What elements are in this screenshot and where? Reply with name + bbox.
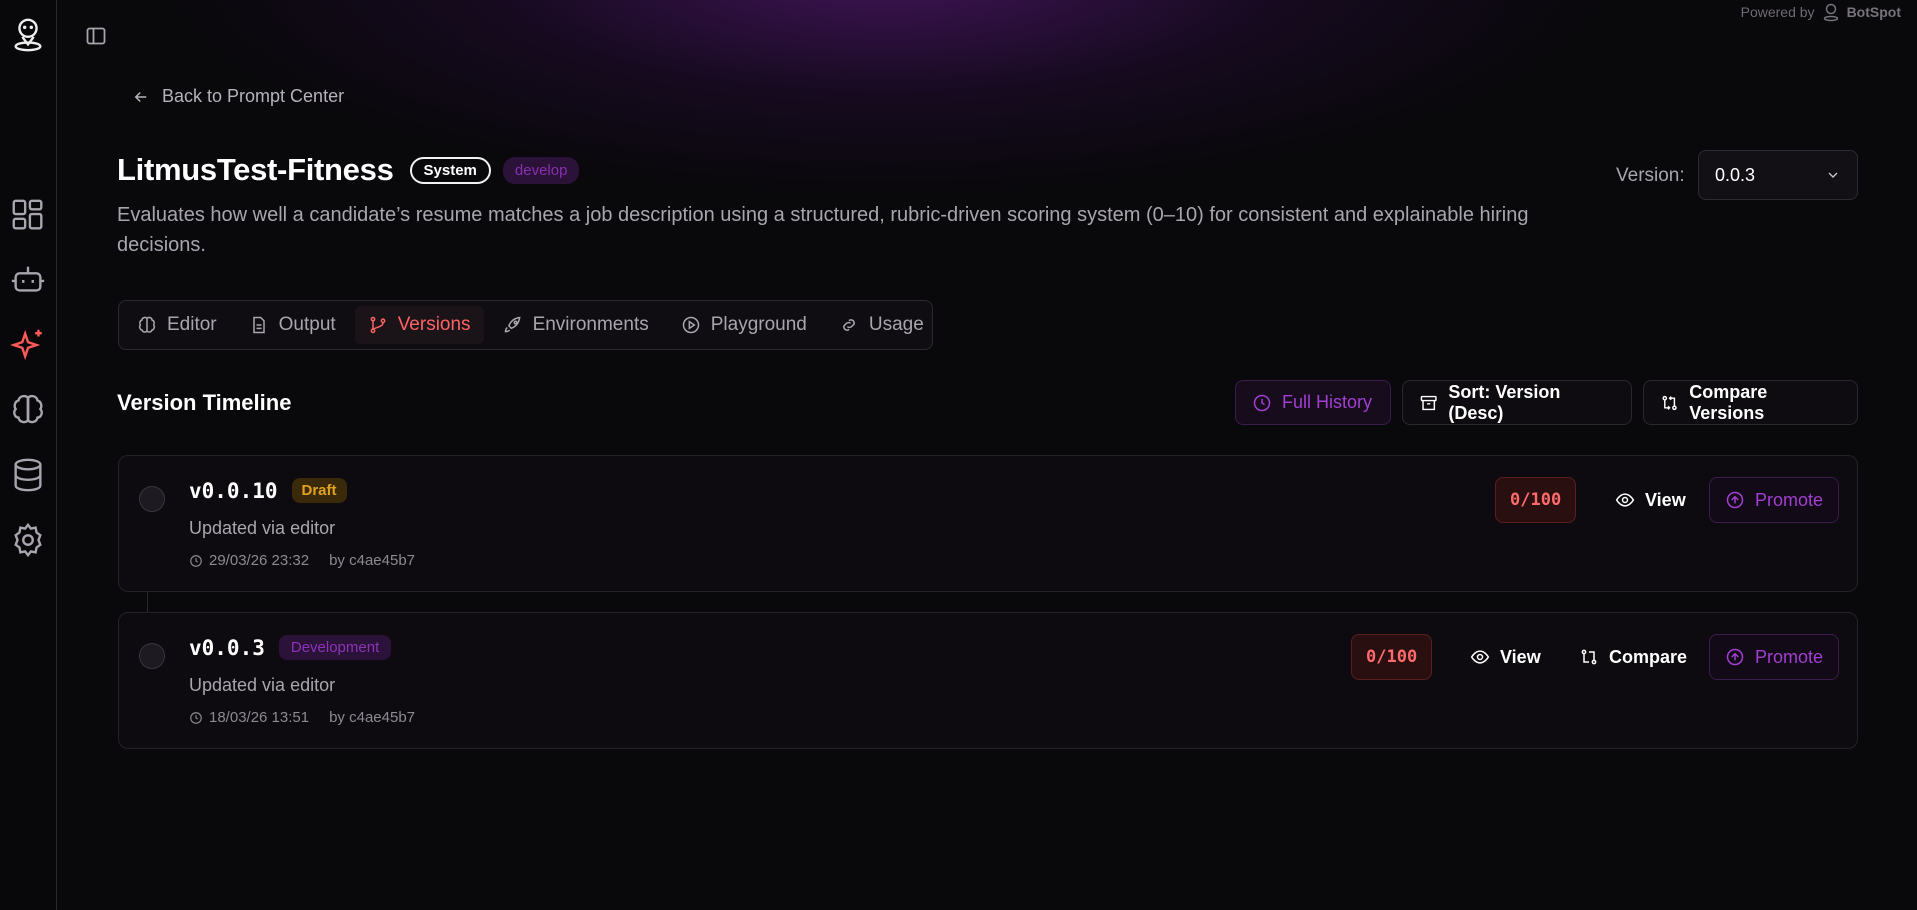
tab-label: Versions [397, 314, 471, 335]
eye-icon [1470, 650, 1490, 664]
logo-icon [1823, 3, 1838, 22]
file-icon [252, 316, 265, 334]
compare-versions-button[interactable]: Compare Versions [1643, 380, 1858, 425]
version-number: v0.0.10 [189, 478, 278, 503]
brain-icon [13, 394, 43, 424]
sidebar-item-knowledge[interactable] [8, 390, 48, 430]
sidebar-item-bots[interactable] [8, 260, 48, 300]
tab-playground[interactable]: Playground [668, 306, 820, 344]
version-author: by c4ae45b7 [329, 709, 415, 726]
back-link-label: Back to Prompt Center [162, 86, 345, 106]
environment-badge: develop [502, 156, 580, 184]
compare-button[interactable]: Compare [1579, 637, 1687, 677]
gear-icon [14, 522, 42, 558]
eye-icon [1615, 493, 1635, 507]
version-author: by c4ae45b7 [329, 552, 415, 569]
sort-button[interactable]: Sort: Version (Desc) [1402, 380, 1632, 425]
tab-label: Environments [532, 314, 649, 335]
version-select[interactable]: 0.0.3 [1698, 150, 1858, 200]
play-circle-icon [682, 316, 699, 334]
rocket-icon [504, 316, 521, 333]
promote-label: Promote [1754, 646, 1824, 667]
full-history-button[interactable]: Full History [1235, 380, 1391, 425]
promote-button[interactable]: Promote [1709, 634, 1839, 680]
tab-environments[interactable]: Environments [490, 306, 662, 344]
view-button[interactable]: View [1615, 480, 1686, 520]
sidebar-item-prompts[interactable] [8, 325, 48, 365]
score-badge: 0/100 [1495, 477, 1577, 523]
version-timestamp: 18/03/26 13:51 [209, 709, 310, 726]
git-compare-icon [1662, 395, 1677, 410]
tab-versions[interactable]: Versions [354, 306, 484, 344]
version-header: v0.0.3 Development [189, 635, 392, 660]
version-card: v0.0.10 Draft Updated via editor 29/03/2… [118, 455, 1858, 592]
section-title: Version Timeline [117, 390, 292, 415]
arrow-left-icon [134, 91, 147, 102]
sidebar-item-data[interactable] [8, 455, 48, 495]
version-header: v0.0.10 Draft [189, 478, 347, 503]
git-compare-icon [1581, 649, 1597, 665]
tab-label: Editor [167, 314, 217, 335]
bot-icon [11, 266, 45, 292]
version-select-value: 0.0.3 [1715, 164, 1756, 185]
version-timestamp: 29/03/26 23:32 [209, 552, 310, 569]
compare-label: Compare [1609, 646, 1688, 667]
brain-icon [138, 316, 156, 333]
system-badge: System [409, 156, 491, 184]
archive-icon [1420, 395, 1437, 410]
sparkles-icon [9, 329, 42, 361]
tab-output[interactable]: Output [236, 306, 349, 344]
powered-by-label: Powered by [1740, 4, 1815, 20]
view-label: View [1645, 489, 1686, 510]
sidebar [0, 0, 57, 910]
view-button[interactable]: View [1470, 637, 1541, 677]
timeline-dot [139, 643, 165, 669]
version-note: Updated via editor [189, 518, 336, 538]
arrow-up-circle-icon [1726, 491, 1744, 509]
view-label: View [1500, 646, 1541, 667]
clock-icon [1253, 394, 1271, 411]
arrow-up-circle-icon [1726, 648, 1744, 666]
version-meta: 29/03/26 23:32 by c4ae45b7 [189, 552, 415, 569]
compare-versions-label: Compare Versions [1689, 381, 1768, 423]
tab-editor[interactable]: Editor [124, 306, 230, 344]
dashboard-icon [12, 199, 43, 230]
tab-bar: Editor Output Versions Environments Play… [118, 300, 933, 350]
sidebar-item-settings[interactable] [8, 520, 48, 560]
version-note: Updated via editor [189, 675, 336, 695]
version-card: v0.0.3 Development Updated via editor 18… [118, 612, 1858, 749]
back-link[interactable]: Back to Prompt Center [132, 86, 344, 107]
database-icon [14, 458, 42, 492]
score-badge: 0/100 [1351, 634, 1433, 680]
git-branch-icon [370, 316, 386, 334]
full-history-label: Full History [1282, 392, 1373, 412]
clock-icon [190, 554, 202, 567]
logo-icon [14, 18, 42, 52]
promote-button[interactable]: Promote [1709, 477, 1839, 523]
powered-by: Powered by BotSpot [1741, 2, 1901, 22]
version-meta: 18/03/26 13:51 by c4ae45b7 [189, 709, 415, 726]
sidebar-item-dashboard[interactable] [8, 195, 48, 235]
tab-usage[interactable]: Usage [826, 306, 937, 344]
chevron-down-icon [1828, 172, 1838, 178]
clock-icon [190, 711, 202, 724]
page-description: Evaluates how well a candidate’s resume … [117, 204, 1529, 256]
page-title: LitmusTest-Fitness [117, 152, 394, 187]
status-badge: Development [278, 635, 392, 660]
app-logo[interactable] [8, 14, 48, 54]
version-number: v0.0.3 [189, 635, 265, 660]
version-label: Version: [1616, 165, 1685, 186]
sort-label: Sort: Version (Desc) [1448, 381, 1561, 423]
tab-label: Usage [868, 314, 924, 335]
promote-label: Promote [1754, 489, 1824, 510]
panel-left-icon [86, 27, 106, 45]
title-row: LitmusTest-Fitness System develop [117, 152, 580, 188]
tab-label: Output [278, 314, 336, 335]
powered-by-brand: BotSpot [1846, 4, 1901, 20]
status-badge: Draft [291, 478, 347, 503]
link-icon [842, 319, 855, 331]
timeline-dot [139, 486, 165, 512]
sidebar-toggle-button[interactable] [84, 24, 108, 48]
tab-label: Playground [710, 314, 807, 335]
